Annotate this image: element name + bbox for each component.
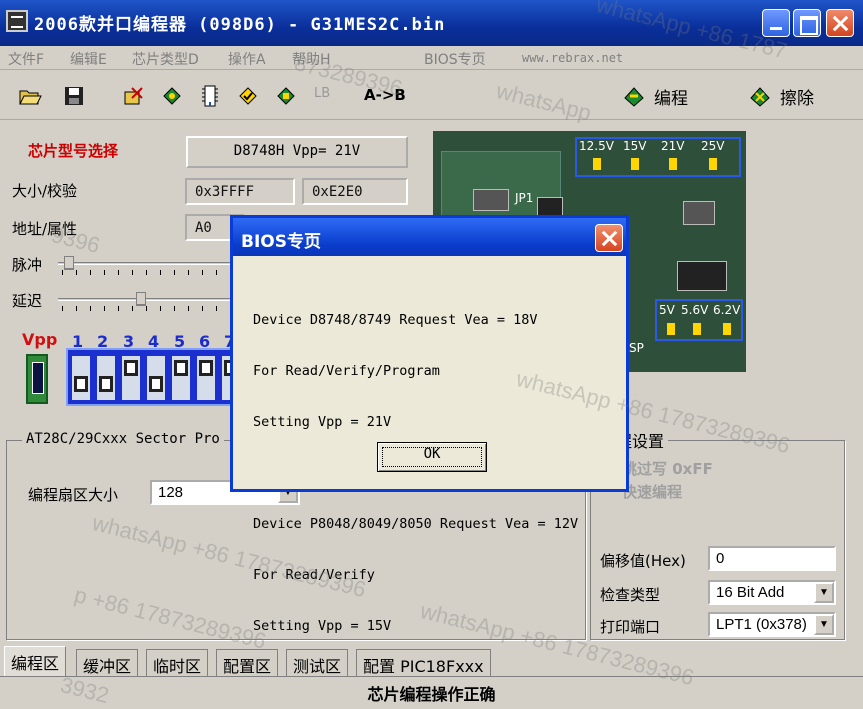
dip-switch-1[interactable] [72, 356, 90, 400]
delay-slider[interactable] [58, 292, 238, 312]
dialog-line: Device D8748/8749 Request Vea = 18V [253, 312, 538, 328]
window-title: 2006款并口编程器 (098D6) - G31MES2C.bin [34, 15, 446, 35]
board-regulator-ic [683, 201, 715, 225]
tab-temp[interactable]: 临时区 [146, 649, 209, 676]
erase-button[interactable]: 擦除 [780, 84, 814, 109]
checksum-field: 0xE2E0 [302, 178, 408, 205]
close-button[interactable] [826, 9, 854, 37]
ok-button[interactable]: OK [377, 442, 487, 472]
tab-program[interactable]: 编程区 [4, 646, 67, 677]
read-chip-icon[interactable] [160, 84, 184, 108]
voltage-5v: 5V [659, 303, 675, 317]
voltage-21v: 21V [661, 139, 685, 153]
jp1-label: JP1 [515, 191, 534, 205]
dialog-line: For Read/Verify [253, 567, 375, 583]
offset-label: 偏移值(Hex) [600, 552, 686, 570]
print-port-value: LPT1 (0x378) [716, 616, 807, 633]
skip-ff-option[interactable]: 跳过写 0xFF [622, 458, 713, 479]
dip-switch-3[interactable] [122, 356, 140, 400]
fast-program-option[interactable]: 快速编程 [622, 481, 682, 502]
chevron-down-icon[interactable]: ▼ [814, 614, 834, 635]
dip-switch-6[interactable] [197, 356, 215, 400]
menu-bar: 文件F 编辑E 芯片类型D 操作A 帮助H BIOS专页 www.rebrax.… [0, 46, 863, 70]
menu-chip-type[interactable]: 芯片类型D [132, 49, 199, 69]
pulse-slider[interactable] [58, 256, 238, 276]
save-icon[interactable] [62, 84, 86, 108]
title-bar: 2006款并口编程器 (098D6) - G31MES2C.bin [0, 0, 863, 46]
offset-value: 0 [716, 550, 725, 567]
check-type-value: 16 Bit Add [716, 584, 785, 601]
maximize-button[interactable] [793, 9, 821, 37]
dip-switch-4[interactable] [147, 356, 165, 400]
size-label: 大小/校验 [12, 182, 78, 200]
status-message: 芯片编程操作正确 [367, 685, 496, 704]
vpp-dip-switch[interactable] [66, 348, 238, 406]
chip-select-button[interactable]: D8748H Vpp= 21V [186, 136, 408, 168]
pulse-slider-thumb[interactable] [64, 256, 74, 270]
app-icon [6, 10, 28, 32]
menu-file[interactable]: 文件F [8, 49, 44, 69]
dialog-title-bar: BIOS专页 [233, 218, 626, 256]
voltage-15v: 15V [623, 139, 647, 153]
check-type-label: 检查类型 [600, 586, 661, 604]
address-label: 地址/属性 [12, 220, 78, 238]
dialog-title: BIOS专页 [241, 232, 321, 252]
sp-label: SP [629, 341, 644, 355]
sector-group-title: AT28C/29Cxxx Sector Pro [22, 431, 224, 447]
menu-help[interactable]: 帮助H [292, 49, 331, 69]
minimize-button[interactable] [762, 9, 790, 37]
blank-check-icon[interactable] [122, 84, 146, 108]
jp1-jumper [537, 197, 563, 217]
encrypt-icon[interactable] [274, 84, 298, 108]
chip-id-icon[interactable] [198, 84, 222, 108]
verify-icon[interactable] [236, 84, 260, 108]
dialog-line: Device P8048/8049/8050 Request Vea = 12V [253, 516, 579, 532]
menu-edit[interactable]: 编辑E [70, 49, 107, 69]
vpp-label: Vpp [22, 330, 58, 349]
sector-size-label: 编程扇区大小 [28, 486, 119, 504]
website-url: www.rebrax.net [522, 51, 624, 65]
dialog-message: Device D8748/8749 Request Vea = 18V For … [253, 278, 578, 669]
chevron-down-icon[interactable]: ▼ [814, 582, 834, 603]
a-to-b-button[interactable]: A->B [364, 86, 406, 104]
dialog-line: For Read/Verify/Program [253, 363, 440, 379]
chip-select-label: 芯片型号选择 [28, 142, 119, 160]
menu-bios-page[interactable]: BIOS专页 [424, 49, 486, 69]
board-transistor [677, 261, 727, 291]
status-bar: 芯片编程操作正确 [0, 676, 863, 704]
dialog-line: Setting Vpp = 21V [253, 414, 392, 430]
tab-buffer[interactable]: 缓冲区 [76, 649, 139, 676]
power-switch[interactable] [26, 354, 48, 404]
delay-label: 延迟 [12, 292, 43, 310]
voltage-25v: 25V [701, 139, 725, 153]
program-icon[interactable] [622, 84, 646, 108]
voltage-6-2v: 6.2V [713, 303, 741, 317]
dip-switch-5[interactable] [172, 356, 190, 400]
dip-switch-2[interactable] [97, 356, 115, 400]
dialog-line: Setting Vpp = 15V [253, 618, 392, 634]
toolbar: LB A->B 编程 擦除 [0, 72, 863, 120]
voltage-12-5v: 12.5V [579, 139, 614, 153]
pulse-label: 脉冲 [12, 256, 43, 274]
offset-input[interactable]: 0 [708, 546, 836, 571]
bios-dialog: BIOS专页 Device D8748/8749 Request Vea = 1… [230, 215, 629, 634]
dialog-close-button[interactable] [595, 224, 623, 252]
board-ic-chip [473, 189, 509, 211]
size-field: 0x3FFFF [185, 178, 295, 205]
menu-operate[interactable]: 操作A [228, 49, 266, 69]
delay-slider-thumb[interactable] [136, 292, 146, 306]
print-port-label: 打印端口 [600, 618, 661, 636]
print-port-select[interactable]: LPT1 (0x378) ▼ [708, 612, 836, 637]
open-folder-icon[interactable] [18, 84, 42, 108]
sector-size-value: 128 [158, 484, 184, 501]
check-type-select[interactable]: 16 Bit Add ▼ [708, 580, 836, 605]
program-button[interactable]: 编程 [654, 84, 688, 109]
lb-button[interactable]: LB [314, 86, 330, 101]
erase-icon[interactable] [748, 84, 772, 108]
voltage-5-6v: 5.6V [681, 303, 709, 317]
